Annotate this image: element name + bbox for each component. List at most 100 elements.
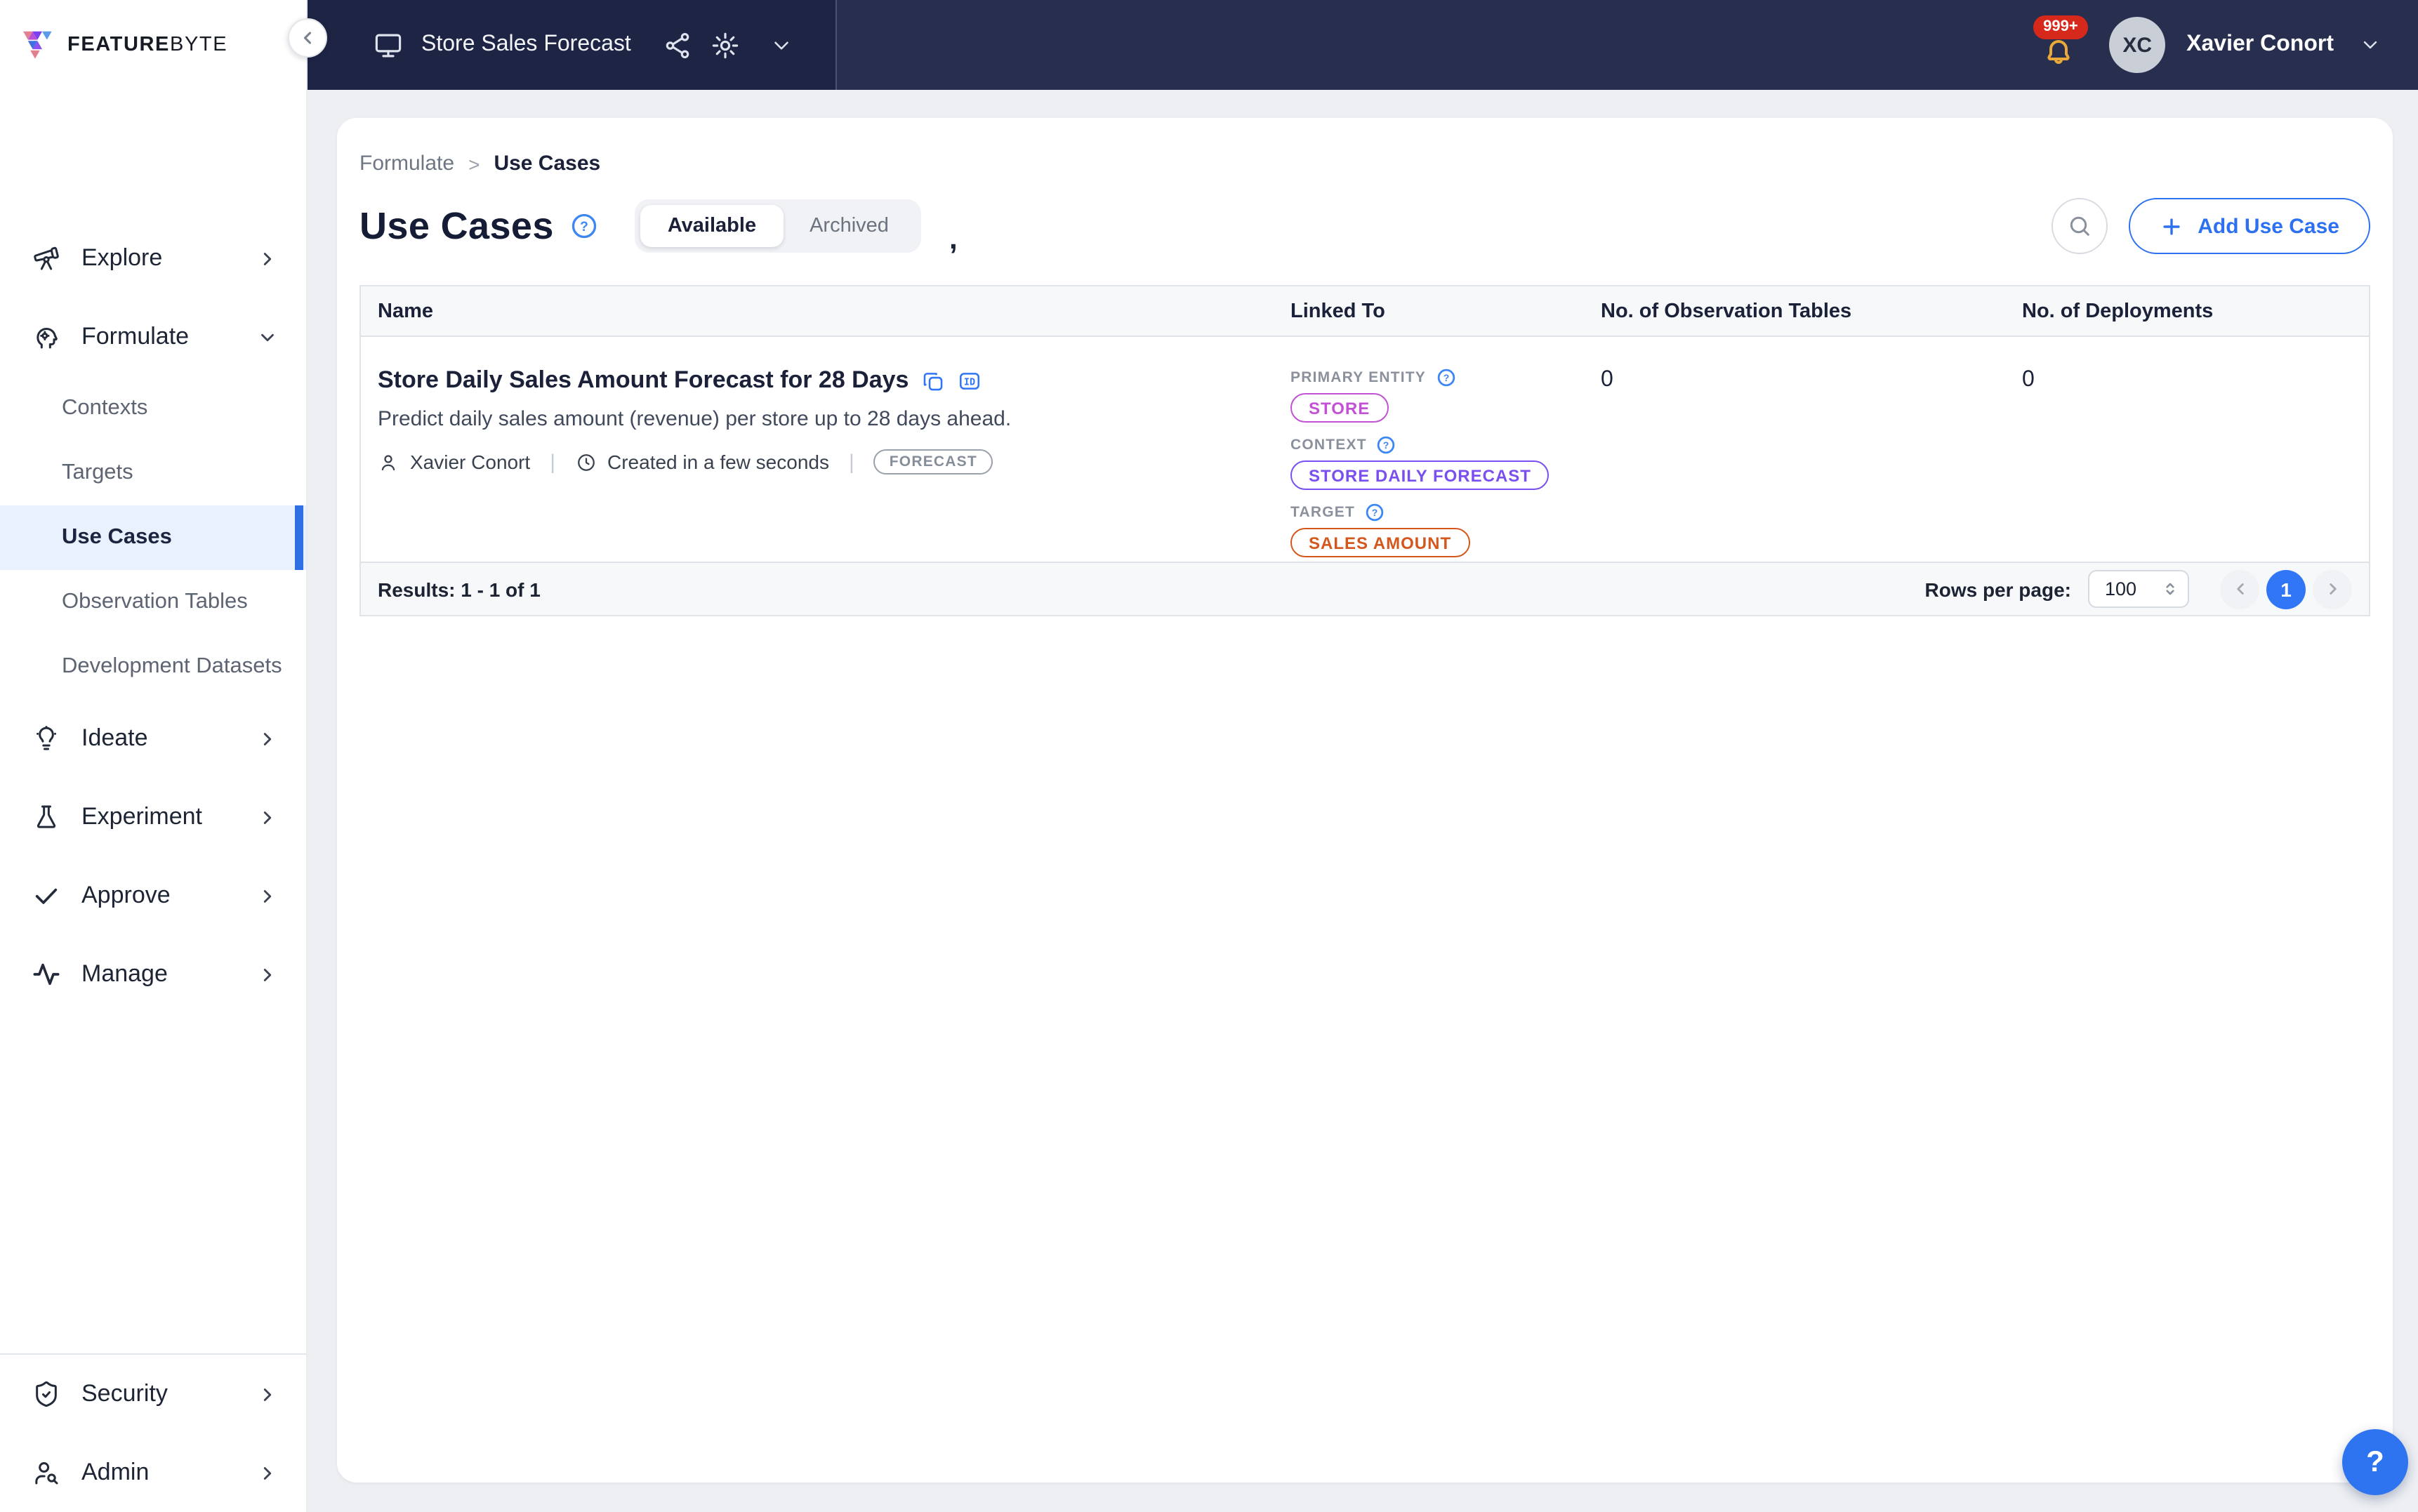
breadcrumb-current: Use Cases xyxy=(494,152,601,175)
help-circle-icon[interactable]: ? xyxy=(1377,435,1396,455)
primary-entity-pill[interactable]: STORE xyxy=(1290,393,1389,423)
rows-per-page-select[interactable]: 100 xyxy=(2088,570,2189,608)
chevron-right-icon xyxy=(257,1462,278,1483)
sidebar-item-contexts[interactable]: Contexts xyxy=(0,376,306,441)
notification-badge: 999+ xyxy=(2033,15,2088,40)
sidebar-item-observation-tables[interactable]: Observation Tables xyxy=(0,570,306,635)
chevron-left-icon xyxy=(303,32,312,44)
sidebar-item-label: Contexts xyxy=(62,396,148,420)
table-footer: Results: 1 - 1 of 1 Rows per page: 100 1 xyxy=(361,562,2369,615)
id-copy-icon[interactable]: ID xyxy=(958,369,982,392)
meta-divider: | xyxy=(848,450,854,474)
target-label: TARGET xyxy=(1290,504,1355,521)
active-indicator-bar xyxy=(295,505,303,570)
chevron-right-icon xyxy=(257,964,278,985)
sidebar-item-label: Observation Tables xyxy=(62,590,248,614)
help-circle-icon[interactable]: ? xyxy=(571,212,599,240)
chevron-down-icon xyxy=(257,326,278,347)
tab-archived[interactable]: Archived xyxy=(783,205,916,247)
featurebyte-logo-icon xyxy=(20,26,58,64)
sidebar-item-security[interactable]: Security xyxy=(0,1355,306,1433)
sidebar-item-targets[interactable]: Targets xyxy=(0,441,306,505)
chevron-right-icon xyxy=(257,728,278,749)
brand-logo[interactable]: FEATUREBYTE xyxy=(0,0,306,90)
svg-text:?: ? xyxy=(1372,507,1378,518)
breadcrumb-separator: > xyxy=(468,152,480,175)
chevron-right-icon xyxy=(257,1384,278,1405)
rows-per-page-value: 100 xyxy=(2105,578,2137,599)
notifications-button[interactable]: 999+ xyxy=(2033,15,2088,70)
use-cases-table: Name Linked To No. of Observation Tables… xyxy=(359,285,2370,616)
content-card: Formulate > Use Cases Use Cases ? Availa… xyxy=(337,118,2393,1483)
page-title: Use Cases xyxy=(359,204,554,246)
author-name: Xavier Conort xyxy=(410,451,531,473)
context-pill[interactable]: STORE DAILY FORECAST xyxy=(1290,460,1550,490)
stray-comma: , xyxy=(949,223,958,256)
chevron-right-icon xyxy=(257,885,278,906)
select-stepper-icon xyxy=(2161,580,2179,598)
sidebar-item-approve[interactable]: Approve xyxy=(0,856,306,935)
add-use-case-button[interactable]: Add Use Case xyxy=(2129,198,2370,254)
project-selector[interactable]: Store Sales Forecast xyxy=(308,0,838,90)
sidebar-item-ideate[interactable]: Ideate xyxy=(0,699,306,778)
help-circle-icon[interactable]: ? xyxy=(1365,503,1385,522)
sidebar-nav: Explore Formulate Contexts Targets Use C… xyxy=(0,90,306,1512)
results-count: Results: 1 - 1 of 1 xyxy=(378,578,541,600)
activity-pulse-icon xyxy=(32,960,60,988)
status-tab-group: Available Archived xyxy=(635,199,921,253)
current-page-button[interactable]: 1 xyxy=(2266,569,2306,609)
created-time: Created in a few seconds xyxy=(607,451,829,473)
sidebar-collapse-button[interactable] xyxy=(288,18,327,58)
sidebar-item-experiment[interactable]: Experiment xyxy=(0,778,306,856)
add-use-case-label: Add Use Case xyxy=(2198,214,2339,238)
sidebar-item-label: Manage xyxy=(81,960,168,987)
cell-name: Store Daily Sales Amount Forecast for 28… xyxy=(361,337,1274,567)
next-page-button[interactable] xyxy=(2313,569,2352,609)
share-icon[interactable] xyxy=(663,30,693,60)
sidebar-item-formulate[interactable]: Formulate xyxy=(0,298,306,376)
top-header: Store Sales Forecast 999+ XC Xavier Cono… xyxy=(308,0,2418,90)
help-floating-button[interactable]: ? xyxy=(2342,1429,2408,1495)
copy-icon[interactable] xyxy=(921,369,945,392)
column-header-observation-tables: No. of Observation Tables xyxy=(1601,300,1852,322)
sidebar-item-development-datasets[interactable]: Development Datasets xyxy=(0,635,306,699)
title-row: Use Cases ? Available Archived , Add Use… xyxy=(359,195,2370,257)
chevron-right-icon xyxy=(257,807,278,828)
help-circle-icon[interactable]: ? xyxy=(1436,368,1455,387)
meta-divider: | xyxy=(550,450,555,474)
shield-check-icon xyxy=(32,1380,60,1408)
chevron-left-icon xyxy=(2236,583,2243,595)
svg-text:ID: ID xyxy=(964,377,975,387)
search-icon xyxy=(2070,216,2090,236)
sidebar-item-label: Development Datasets xyxy=(62,654,282,678)
sidebar-item-manage[interactable]: Manage xyxy=(0,935,306,1014)
target-pill[interactable]: SALES AMOUNT xyxy=(1290,528,1470,557)
svg-text:?: ? xyxy=(1443,372,1449,383)
user-menu-chevron-down-icon[interactable] xyxy=(2359,34,2381,56)
user-name: Xavier Conort xyxy=(2186,32,2334,56)
brand-wordmark: FEATUREBYTE xyxy=(67,34,227,56)
tab-available[interactable]: Available xyxy=(640,205,784,247)
sidebar-item-label: Explore xyxy=(81,244,163,271)
previous-page-button[interactable] xyxy=(2220,569,2259,609)
monitor-icon xyxy=(374,30,403,60)
use-case-name-link[interactable]: Store Daily Sales Amount Forecast for 28… xyxy=(378,366,909,394)
cell-observation-tables-count: 0 xyxy=(1601,368,1613,392)
footer-controls: Rows per page: 100 1 xyxy=(1925,569,2352,609)
sidebar-item-admin[interactable]: Admin xyxy=(0,1433,306,1512)
head-gear-icon xyxy=(32,323,60,351)
column-header-deployments: No. of Deployments xyxy=(2022,300,2214,322)
sidebar-item-use-cases[interactable]: Use Cases xyxy=(0,505,306,570)
breadcrumb-parent[interactable]: Formulate xyxy=(359,152,454,175)
sidebar-item-label: Use Cases xyxy=(62,525,172,549)
avatar[interactable]: XC xyxy=(2109,17,2166,73)
gear-icon[interactable] xyxy=(711,30,741,60)
column-header-name: Name xyxy=(378,300,433,322)
sidebar-item-explore[interactable]: Explore xyxy=(0,219,306,298)
plus-icon xyxy=(2163,218,2180,234)
project-chevron-down-icon[interactable] xyxy=(770,33,794,57)
column-header-linked-to: Linked To xyxy=(1290,300,1385,322)
type-badge: FORECAST xyxy=(873,449,993,475)
search-button[interactable] xyxy=(2052,198,2108,254)
